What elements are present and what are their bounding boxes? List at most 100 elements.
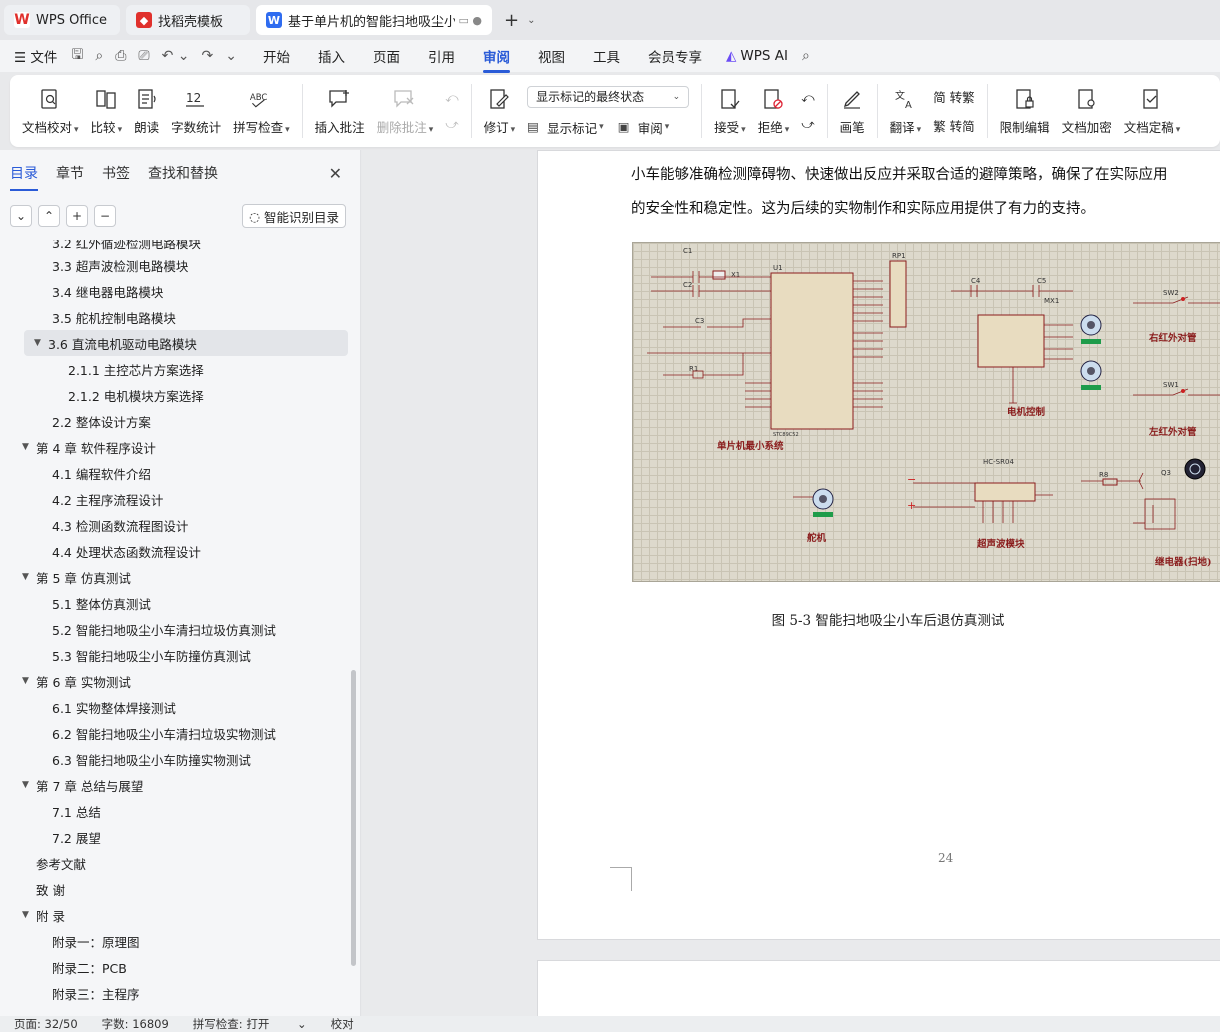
toc-chapter-item[interactable]: ▼ 第 6 章 实物测试 — [0, 668, 352, 694]
tab-close-icon[interactable]: ▭ ● — [459, 14, 483, 27]
tab-view[interactable]: 视图 — [538, 46, 565, 66]
compare-button[interactable]: 比较 ▾ — [85, 81, 129, 141]
redo-icon[interactable]: ↷ — [202, 48, 214, 64]
file-menu[interactable]: ☰ 文件 — [14, 46, 57, 66]
toc-item[interactable]: 3.4 继电器电路模块 — [0, 278, 352, 304]
toc-chapter-item[interactable]: ▼ 第 7 章 总结与展望 — [0, 772, 352, 798]
toc-item[interactable]: 2.1.2 电机模块方案选择 — [0, 382, 352, 408]
toc-chapter-item[interactable]: ▼ 第 5 章 仿真测试 — [0, 564, 352, 590]
save-icon[interactable]: 🖫 — [71, 44, 83, 68]
toc-item[interactable]: 6.2 智能扫地吸尘小车清扫垃圾实物测试 — [0, 720, 352, 746]
remove-icon[interactable]: − — [94, 205, 116, 227]
read-aloud-button[interactable]: 朗读 — [128, 81, 165, 141]
to-traditional-button[interactable]: 简 转繁 — [933, 87, 974, 106]
expand-arrow-icon[interactable]: ▼ — [22, 442, 36, 452]
tab-wps-office[interactable]: W WPS Office — [4, 5, 120, 35]
toc-item[interactable]: 6.1 实物整体焊接测试 — [0, 694, 352, 720]
tab-toc[interactable]: 目录 — [10, 163, 38, 191]
tab-sections[interactable]: 章节 — [56, 163, 84, 183]
chevron-down-icon[interactable]: ⌄ — [527, 15, 535, 26]
tab-document[interactable]: W 基于单片机的智能扫地吸尘小车 ▭ ● — [256, 5, 492, 35]
reject-button[interactable]: 拒绝 ▾ — [752, 81, 796, 141]
expand-arrow-icon[interactable]: ▼ — [22, 676, 36, 686]
toc-item[interactable]: 4.4 处理状态函数流程设计 — [0, 538, 352, 564]
delete-comment-button[interactable]: 删除批注 ▾ — [371, 81, 440, 141]
toc-item[interactable]: ▼ 3.6 直流电机驱动电路模块 — [24, 330, 348, 356]
collapse-icon[interactable]: ⌄ — [10, 205, 32, 227]
toc-item[interactable]: 6.3 智能扫地吸尘小车防撞实物测试 — [0, 746, 352, 772]
toc-item[interactable]: 7.2 展望 — [0, 824, 352, 850]
toc-item[interactable]: 2.2 整体设计方案 — [0, 408, 352, 434]
ai-toc-button[interactable]: ◌ 智能识别目录 — [242, 204, 346, 228]
next-change-icon[interactable]: ⤻ — [801, 116, 814, 132]
scrollbar[interactable] — [351, 670, 356, 966]
toc-item[interactable]: 3.3 超声波检测电路模块 — [0, 252, 352, 278]
toc-item[interactable]: 7.1 总结 — [0, 798, 352, 824]
toc-item[interactable]: 4.1 编程软件介绍 — [0, 460, 352, 486]
tab-review[interactable]: 审阅 — [482, 46, 510, 73]
tab-find-replace[interactable]: 查找和替换 — [148, 163, 218, 183]
toc-item-label: 3.2 红外循迹检测电路模块 — [52, 240, 201, 251]
word-count-indicator[interactable]: 字数: 16809 — [102, 1016, 169, 1032]
toc-chapter-item[interactable]: 参考文献 — [0, 850, 352, 876]
tab-references[interactable]: 引用 — [428, 46, 455, 66]
toc-item[interactable]: 4.3 检测函数流程图设计 — [0, 512, 352, 538]
tab-tools[interactable]: 工具 — [593, 46, 620, 66]
tab-insert[interactable]: 插入 — [318, 46, 345, 66]
pen-button[interactable]: 画笔 — [834, 81, 871, 141]
toc-chapter-item[interactable]: 致 谢 — [0, 876, 352, 902]
wps-ai-button[interactable]: ◭ WPS AI — [726, 48, 788, 64]
encrypt-button[interactable]: 文档加密 — [1056, 81, 1118, 141]
review-pane-button[interactable]: ▣ 审阅 ▾ — [618, 118, 670, 137]
accept-button[interactable]: 接受 ▾ — [708, 81, 752, 141]
translate-button[interactable]: 文A 翻译 ▾ — [884, 81, 928, 141]
more-icon[interactable]: ⌄ — [225, 48, 237, 64]
print-preview-icon[interactable]: ⎚ — [138, 48, 149, 64]
tab-home[interactable]: 开始 — [263, 46, 290, 66]
tab-member[interactable]: 会员专享 — [648, 46, 702, 66]
toc-item[interactable]: 3.2 红外循迹检测电路模块 — [0, 240, 352, 252]
undo-icon[interactable]: ↶ ⌄ — [162, 48, 190, 64]
toc-item[interactable]: 5.2 智能扫地吸尘小车清扫垃圾仿真测试 — [0, 616, 352, 642]
expand-icon[interactable]: ⌃ — [38, 205, 60, 227]
spell-check-indicator[interactable]: 拼写检查: 打开 ⌄ — [193, 1016, 307, 1032]
expand-arrow-icon[interactable]: ▼ — [22, 910, 36, 920]
toc-item[interactable]: 3.5 舵机控制电路模块 — [0, 304, 352, 330]
expand-arrow-icon[interactable]: ▼ — [22, 572, 36, 582]
toc-item[interactable]: 附录一：原理图 — [0, 928, 352, 954]
track-changes-button[interactable]: 修订 ▾ — [478, 81, 522, 141]
toc-item[interactable]: 4.2 主程序流程设计 — [0, 486, 352, 512]
search-icon[interactable]: ⌕ — [802, 48, 810, 64]
next-comment-icon[interactable]: ⤻ — [445, 116, 458, 132]
export-icon[interactable]: ⌕ — [95, 48, 103, 64]
toc-chapter-item[interactable]: ▼ 附 录 — [0, 902, 352, 928]
prev-comment-icon[interactable]: ⤺ — [445, 90, 458, 106]
insert-comment-button[interactable]: 插入批注 — [309, 81, 371, 141]
doc-check-button[interactable]: 文档校对 ▾ — [16, 81, 85, 141]
expand-arrow-icon[interactable]: ▼ — [22, 780, 36, 790]
tab-bookmarks[interactable]: 书签 — [102, 163, 130, 183]
page-indicator[interactable]: 页面: 32/50 — [14, 1016, 78, 1032]
expand-arrow-icon[interactable]: ▼ — [34, 338, 48, 348]
show-markup-button[interactable]: ▤ 显示标记 ▾ — [527, 118, 604, 137]
print-icon[interactable]: ⎙ — [115, 48, 126, 64]
toc-item[interactable]: 5.1 整体仿真测试 — [0, 590, 352, 616]
close-icon[interactable]: ✕ — [329, 164, 342, 183]
toc-item[interactable]: 附录三：主程序 — [0, 980, 352, 1006]
to-simplified-button[interactable]: 繁 转简 — [933, 116, 974, 135]
markup-mode-select[interactable]: 显示标记的最终状态 ⌄ — [527, 85, 690, 108]
finalize-button[interactable]: 文档定稿 ▾ — [1118, 81, 1187, 141]
proofread-indicator[interactable]: 校对 — [331, 1016, 354, 1032]
toc-item[interactable]: 2.1.1 主控芯片方案选择 — [0, 356, 352, 382]
restrict-edit-button[interactable]: 限制编辑 — [994, 81, 1056, 141]
tab-template[interactable]: ◆ 找稻壳模板 — [126, 5, 250, 35]
toc-chapter-item[interactable]: ▼ 第 4 章 软件程序设计 — [0, 434, 352, 460]
new-tab-icon[interactable]: + — [504, 10, 519, 31]
spell-check-button[interactable]: ABC 拼写检查 ▾ — [227, 81, 296, 141]
toc-item[interactable]: 5.3 智能扫地吸尘小车防撞仿真测试 — [0, 642, 352, 668]
tab-page[interactable]: 页面 — [373, 46, 400, 66]
toc-item[interactable]: 附录二：PCB — [0, 954, 352, 980]
word-count-button[interactable]: 12 字数统计 — [165, 81, 227, 141]
add-icon[interactable]: + — [66, 205, 88, 227]
prev-change-icon[interactable]: ⤺ — [801, 90, 814, 106]
